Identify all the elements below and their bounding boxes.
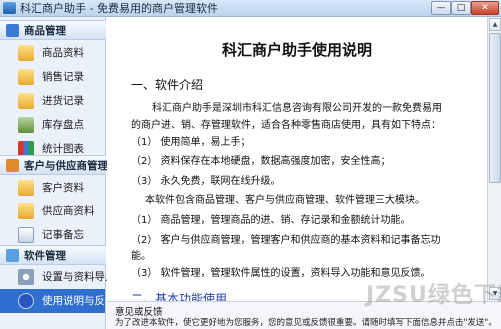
sidebar-item-notes[interactable]: 记事备忘 xyxy=(0,223,105,247)
maximize-button[interactable]: □ xyxy=(451,1,471,15)
window-title: 科汇商户助手 - 免费易用的商户管理软件 xyxy=(20,2,218,15)
minimize-button[interactable]: — xyxy=(431,1,451,15)
sidebar: 商品管理 商品资料 销售记录 进货记录 库存盘点 统计图表 客户与供应商管理 客… xyxy=(0,17,116,329)
sidebar-group-goods[interactable]: 商品管理 xyxy=(0,20,106,40)
sidebar-item-settings-import[interactable]: 设置与资料导入 xyxy=(0,265,116,289)
help-document: 科汇商户助手使用说明 一、软件介绍 科汇商户助手是深圳市科汇信息咨询有限公司开发… xyxy=(107,17,487,301)
folder-icon xyxy=(18,45,34,61)
folder-icon xyxy=(18,203,34,219)
module-item: （1） 商品管理，管理商品的进、销、存记录和金额统计功能。 xyxy=(131,215,411,226)
sidebar-item-label: 使用说明与反馈 xyxy=(42,295,116,307)
sidebar-item-label: 销售记录 xyxy=(42,71,84,83)
close-button[interactable]: ✕ xyxy=(471,1,499,15)
help-icon xyxy=(18,293,34,309)
sidebar-item-label: 记事备忘 xyxy=(42,229,84,241)
intro-paragraph-line: 科汇商户助手是深圳市科汇信息咨询有限公司开发的一款免费易用 xyxy=(152,103,442,114)
sidebar-item-supplier-info[interactable]: 供应商资料 xyxy=(0,199,105,223)
scrollbar-thumb[interactable] xyxy=(489,33,501,183)
sidebar-item-label: 商品资料 xyxy=(42,47,84,59)
sidebar-item-label: 统计图表 xyxy=(42,143,84,155)
software-group-icon xyxy=(6,249,19,262)
module-item: （2） 客户与供应商管理，管理客户和供应商的基本资料和记事备忘功 xyxy=(131,235,441,246)
title-bar: 科汇商户助手 - 免费易用的商户管理软件 — □ ✕ xyxy=(0,0,501,17)
sidebar-group-label: 软件管理 xyxy=(24,250,66,262)
sidebar-item-customer-info[interactable]: 客户资料 xyxy=(0,176,105,200)
sidebar-item-label: 设置与资料导入 xyxy=(42,271,116,283)
settings-icon xyxy=(18,269,34,285)
sidebar-item-label: 库存盘点 xyxy=(42,119,84,131)
hint-description: 为了改进本软件，使它更好地为您服务，您的意见或反馈很重要。请随时填写下面信息并点… xyxy=(115,318,497,328)
modules-summary: 本软件包含商品管理、客户与供应商管理、软件管理三大模块。 xyxy=(145,195,425,206)
watermark: JZSU绿色下载 xyxy=(366,283,501,308)
sidebar-group-label: 客户与供应商管理 xyxy=(24,160,108,172)
sidebar-item-label: 供应商资料 xyxy=(42,205,95,217)
sidebar-item-label: 客户资料 xyxy=(42,182,84,194)
goods-group-icon xyxy=(6,24,19,37)
feature-item: （1） 使用简单，易上手； xyxy=(131,137,251,148)
section-heading-basic-usage: 二、基本功能使用 xyxy=(131,292,228,301)
intro-paragraph-line: 的商户进、销、存管理软件，适合各种零售商店使用，具有如下特点： xyxy=(131,120,441,131)
sidebar-group-software[interactable]: 软件管理 xyxy=(0,245,106,265)
feature-item: （3） 永久免费，联网在线升级。 xyxy=(131,176,281,187)
sidebar-item-label: 进货记录 xyxy=(42,95,84,107)
app-icon xyxy=(3,2,16,14)
scroll-up-arrow-icon[interactable]: ▲ xyxy=(489,18,501,31)
folder-icon xyxy=(18,93,34,109)
sidebar-item-help-feedback[interactable]: 使用说明与反馈 xyxy=(0,289,116,313)
section-heading-intro: 一、软件介绍 xyxy=(131,78,204,92)
sidebar-item-inventory[interactable]: 库存盘点 xyxy=(0,113,105,137)
notepad-icon xyxy=(18,227,34,243)
document-title: 科汇商户助手使用说明 xyxy=(221,41,372,59)
feature-item: （2） 资料保存在本地硬盘，数据高强度加密，安全性高； xyxy=(131,156,391,167)
warehouse-icon xyxy=(18,117,34,133)
sidebar-group-label: 商品管理 xyxy=(24,25,66,37)
folder-icon xyxy=(18,69,34,85)
sidebar-item-sales-records[interactable]: 销售记录 xyxy=(0,65,105,89)
sidebar-group-customers[interactable]: 客户与供应商管理 xyxy=(0,155,108,175)
folder-icon xyxy=(18,180,34,196)
sidebar-item-purchase-records[interactable]: 进货记录 xyxy=(0,89,105,113)
vertical-scrollbar[interactable]: ▲ ▼ xyxy=(487,17,501,301)
customers-group-icon xyxy=(6,159,19,172)
sidebar-item-goods-info[interactable]: 商品资料 xyxy=(0,41,105,65)
module-item-continued: 能。 xyxy=(131,251,151,262)
